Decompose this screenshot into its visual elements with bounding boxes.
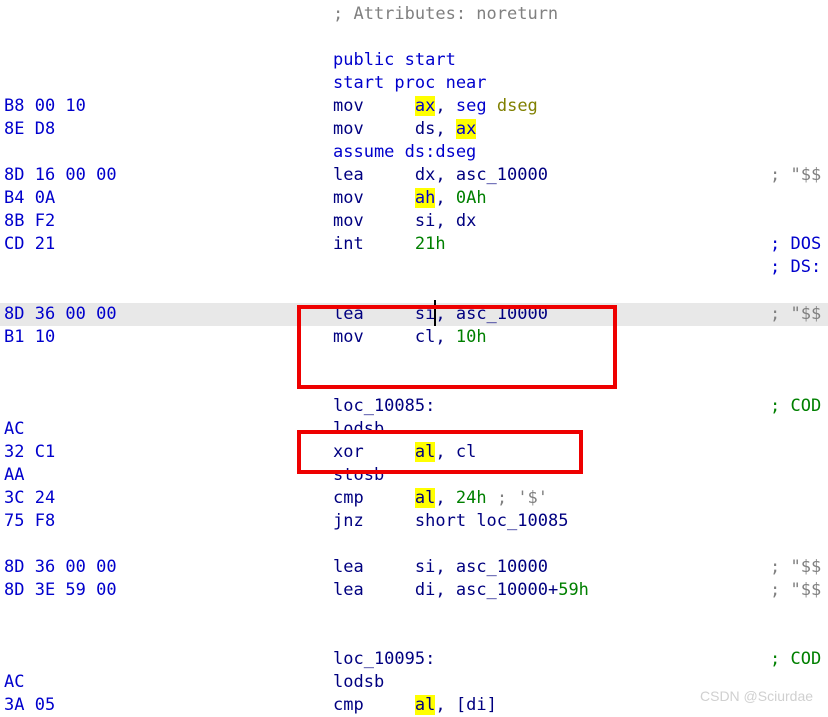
opcode-bytes: AC — [4, 672, 25, 692]
disassembly-row[interactable] — [0, 279, 828, 302]
instruction-text: start proc near — [333, 73, 487, 93]
opcode-bytes: 8D 16 00 00 — [4, 165, 117, 185]
watermark-label: CSDN @Sciurdae — [700, 688, 814, 704]
instruction-text: jnz short loc_10085 — [333, 511, 569, 531]
line-comment: ; COD — [770, 649, 822, 669]
opcode-bytes: AA — [4, 465, 25, 485]
opcode-bytes: 8D 3E 59 00 — [4, 580, 117, 600]
opcode-bytes: 8D 36 00 00 — [4, 557, 117, 577]
instruction-text: cmp al, 24h ; '$' — [333, 488, 549, 508]
opcode-bytes: B4 0A — [4, 188, 56, 208]
instruction-text: mov ah, 0Ah — [333, 188, 487, 208]
opcode-bytes: 32 C1 — [4, 442, 56, 462]
disassembly-row[interactable]: CD 21 int 21h ; DOS — [0, 233, 828, 256]
disassembly-row[interactable]: B8 00 10 mov ax, seg dseg — [0, 95, 828, 118]
line-comment: ; "$$ — [770, 165, 822, 185]
disassembly-row[interactable] — [0, 625, 828, 648]
instruction-text: loc_10085: — [333, 396, 436, 416]
line-comment: ; DOS — [770, 234, 822, 254]
disassembly-view[interactable]: ; Attributes: noreturn public start start … — [0, 0, 828, 717]
disassembly-row[interactable]: public start — [0, 49, 828, 72]
disassembly-row[interactable]: 8B F2 mov si, dx — [0, 210, 828, 233]
opcode-bytes: 8D 36 00 00 — [4, 304, 117, 324]
opcode-bytes: 75 F8 — [4, 511, 56, 531]
instruction-text: lea si, asc_10000 — [333, 557, 548, 577]
instruction-text: lea di, asc_10000+59h — [333, 580, 589, 600]
disassembly-row[interactable] — [0, 533, 828, 556]
disassembly-row[interactable]: assume ds:dseg — [0, 141, 828, 164]
opcode-bytes: B1 10 — [4, 327, 56, 347]
instruction-text: mov ax, seg dseg — [333, 96, 538, 116]
line-comment: ; "$$ — [770, 557, 822, 577]
instruction-text: public start — [333, 50, 456, 70]
disassembly-row[interactable]: start proc near — [0, 72, 828, 95]
instruction-text: loc_10095: — [333, 649, 436, 669]
disassembly-row[interactable] — [0, 602, 828, 625]
instruction-text: int 21h — [333, 234, 446, 254]
disassembly-row[interactable]: loc_10095: ; COD — [0, 648, 828, 671]
opcode-bytes: 3A 05 — [4, 695, 56, 715]
disassembly-row[interactable]: 8E D8 mov ds, ax — [0, 118, 828, 141]
opcode-bytes: 8E D8 — [4, 119, 56, 139]
disassembly-row[interactable]: 8D 36 00 00 lea si, asc_10000 ; "$$ — [0, 556, 828, 579]
disassembly-row[interactable]: B4 0A mov ah, 0Ah — [0, 187, 828, 210]
red-highlight-box-2 — [297, 430, 583, 474]
disassembly-row[interactable]: ; DS: — [0, 256, 828, 279]
opcode-bytes: 3C 24 — [4, 488, 56, 508]
disassembly-row[interactable]: 75 F8 jnz short loc_10085 — [0, 510, 828, 533]
instruction-text: mov ds, ax — [333, 119, 477, 139]
instruction-text: cmp al, [di] — [333, 695, 497, 715]
opcode-bytes: 8B F2 — [4, 211, 56, 231]
disassembly-row[interactable]: 8D 16 00 00 lea dx, asc_10000 ; "$$ — [0, 164, 828, 187]
line-comment: ; "$$ — [770, 580, 822, 600]
disassembly-row[interactable]: ; Attributes: noreturn — [0, 3, 828, 26]
disassembly-row[interactable]: 8D 3E 59 00 lea di, asc_10000+59h ; "$$ — [0, 579, 828, 602]
disassembly-row[interactable] — [0, 26, 828, 49]
opcode-bytes: CD 21 — [4, 234, 56, 254]
line-comment: ; DS: — [770, 257, 822, 277]
instruction-text: assume ds:dseg — [333, 142, 477, 162]
disassembly-row[interactable]: loc_10085: ; COD — [0, 395, 828, 418]
opcode-bytes: AC — [4, 419, 25, 439]
line-comment: ; "$$ — [770, 304, 822, 324]
instruction-text: lea dx, asc_10000 — [333, 165, 548, 185]
instruction-text: ; Attributes: noreturn — [333, 4, 559, 24]
line-comment: ; COD — [770, 396, 822, 416]
disassembly-row[interactable]: 3C 24 cmp al, 24h ; '$' — [0, 487, 828, 510]
instruction-text: mov si, dx — [333, 211, 477, 231]
opcode-bytes: B8 00 10 — [4, 96, 86, 116]
instruction-text: lodsb — [333, 672, 385, 692]
red-highlight-box-1 — [297, 305, 617, 389]
